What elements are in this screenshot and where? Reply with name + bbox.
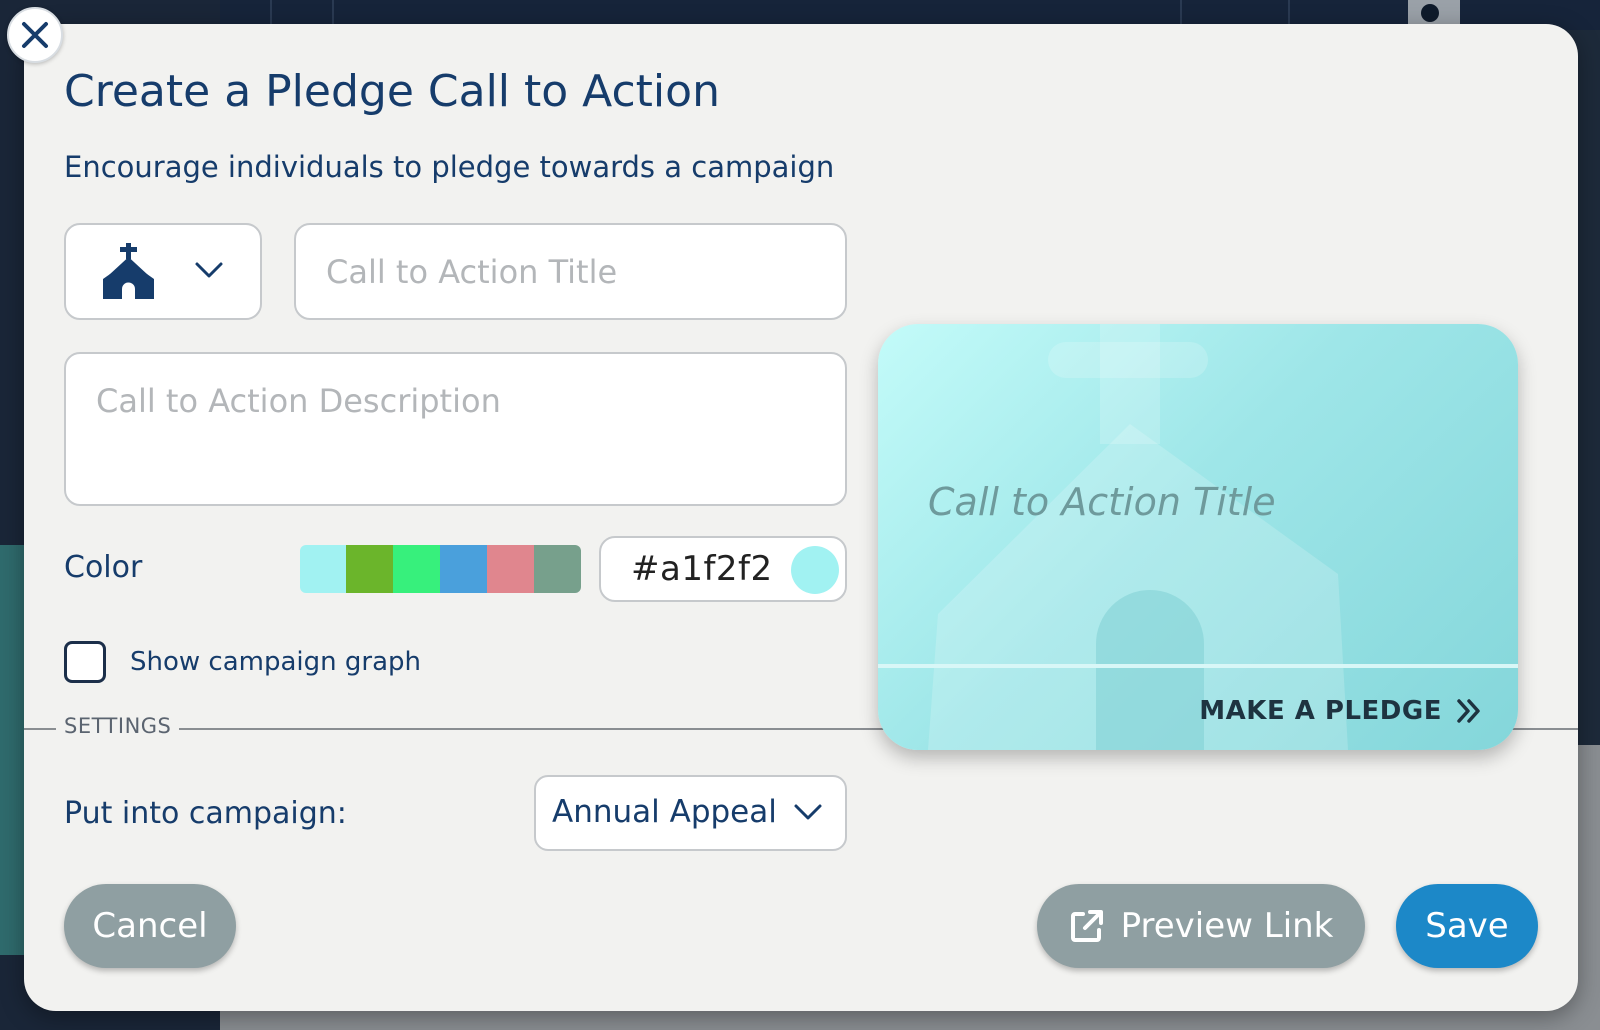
cta-description-input[interactable] bbox=[64, 352, 847, 506]
close-button[interactable] bbox=[7, 7, 63, 63]
campaign-selected-value: Annual Appeal bbox=[552, 794, 777, 830]
chevron-down-icon bbox=[195, 262, 223, 278]
save-button-label: Save bbox=[1425, 906, 1509, 946]
preview-card-title: Call to Action Title bbox=[928, 480, 1276, 524]
modal-subtitle: Encourage individuals to pledge towards … bbox=[64, 150, 835, 184]
cancel-button[interactable]: Cancel bbox=[64, 884, 236, 968]
icon-select[interactable] bbox=[64, 223, 262, 320]
save-button[interactable]: Save bbox=[1396, 884, 1538, 968]
color-swatch[interactable] bbox=[300, 545, 346, 593]
church-icon bbox=[103, 243, 154, 299]
chevron-down-icon bbox=[794, 804, 822, 820]
background-dot bbox=[1421, 4, 1439, 22]
hex-color-value: #a1f2f2 bbox=[631, 549, 773, 589]
show-graph-label: Show campaign graph bbox=[130, 647, 421, 677]
preview-card-divider bbox=[878, 664, 1518, 668]
make-pledge-link[interactable]: MAKE A PLEDGE bbox=[1199, 696, 1482, 726]
double-chevron-right-icon bbox=[1457, 699, 1480, 723]
color-swatch[interactable] bbox=[534, 545, 581, 593]
modal-title: Create a Pledge Call to Action bbox=[64, 66, 720, 117]
color-swatch[interactable] bbox=[346, 545, 393, 593]
pledge-modal: Create a Pledge Call to Action Encourage… bbox=[24, 24, 1578, 1011]
make-pledge-label: MAKE A PLEDGE bbox=[1199, 696, 1442, 726]
hex-color-field[interactable]: #a1f2f2 bbox=[599, 536, 847, 602]
color-swatch[interactable] bbox=[487, 545, 534, 593]
settings-label: SETTINGS bbox=[56, 714, 180, 738]
preview-link-button[interactable]: Preview Link bbox=[1037, 884, 1365, 968]
church-watermark-icon bbox=[928, 324, 1348, 750]
close-icon bbox=[22, 22, 48, 48]
cancel-button-label: Cancel bbox=[92, 906, 208, 946]
color-preview-dot[interactable] bbox=[791, 546, 839, 594]
color-swatch[interactable] bbox=[393, 545, 440, 593]
background-panel bbox=[0, 545, 26, 955]
preview-link-label: Preview Link bbox=[1120, 906, 1334, 946]
color-swatch[interactable] bbox=[440, 545, 487, 593]
cta-preview-card: Call to Action Title MAKE A PLEDGE bbox=[878, 324, 1518, 750]
campaign-select[interactable]: Annual Appeal bbox=[534, 775, 847, 851]
show-graph-checkbox[interactable] bbox=[64, 641, 106, 683]
campaign-label: Put into campaign: bbox=[64, 796, 347, 831]
color-swatches bbox=[300, 545, 581, 593]
cta-title-input[interactable] bbox=[294, 223, 847, 320]
external-link-icon bbox=[1070, 910, 1103, 942]
color-label: Color bbox=[64, 550, 143, 585]
